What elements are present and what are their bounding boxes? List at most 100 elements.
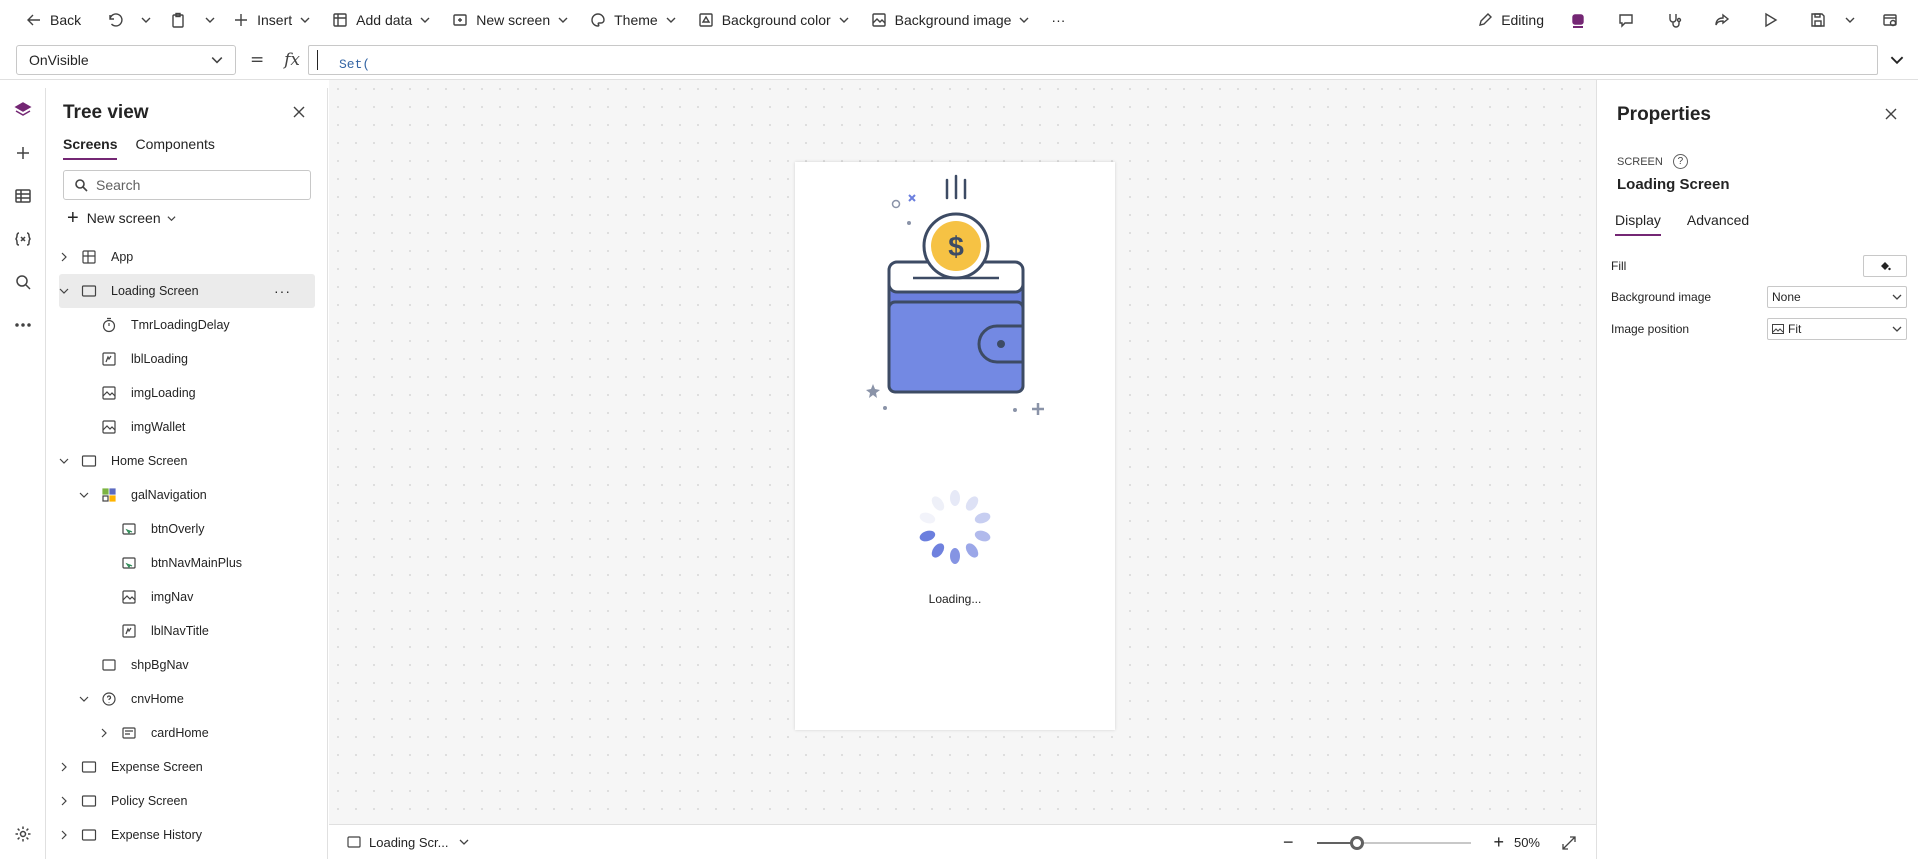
tab-advanced[interactable]: Advanced [1687, 212, 1749, 236]
zoom-controls: − + 50% [1283, 825, 1596, 860]
new-screen-tree-button[interactable]: + New screen [67, 206, 176, 230]
tree-item[interactable]: shpBgNav [47, 648, 327, 682]
publish-icon [1883, 14, 1897, 27]
save-button[interactable] [1798, 0, 1838, 40]
tree-item[interactable]: App [47, 240, 327, 274]
control-type-label: SCREEN ? [1617, 154, 1688, 169]
paste-button[interactable] [161, 0, 195, 40]
new-screen-tree-label: New screen [86, 210, 161, 226]
fill-color-picker[interactable] [1863, 255, 1907, 277]
add-data-button[interactable]: Add data [324, 0, 438, 40]
table-icon [15, 188, 31, 203]
chevron-right-icon[interactable] [59, 762, 69, 772]
expand-formula-chevron-icon[interactable] [1890, 53, 1904, 67]
fit-to-window-icon[interactable] [1562, 835, 1576, 850]
zoom-slider[interactable] [1317, 835, 1472, 850]
back-button[interactable]: Back [18, 0, 89, 40]
tree-item[interactable]: Policy Screen [47, 784, 327, 818]
property-selector[interactable]: OnVisible [16, 44, 236, 75]
chevron-right-icon[interactable] [59, 796, 69, 806]
zoom-in-icon[interactable]: + [1493, 832, 1504, 853]
background-image-button[interactable]: Background image [863, 0, 1038, 40]
tree-item-label: shpBgNav [131, 658, 189, 672]
tree-item[interactable]: lblLoading [47, 342, 327, 376]
theme-button[interactable]: Theme [582, 0, 684, 40]
tab-components[interactable]: Components [135, 136, 214, 160]
tree-item[interactable]: Expense History [47, 818, 327, 852]
comments-button[interactable] [1606, 0, 1646, 40]
background-color-button[interactable]: Background color [690, 0, 857, 40]
copilot-button[interactable] [1558, 0, 1598, 40]
zoom-slider-thumb[interactable] [1350, 835, 1365, 850]
tree-item[interactable]: btnNavMainPlus [47, 546, 327, 580]
preview-button[interactable] [1750, 0, 1790, 40]
paint-bucket-icon [1881, 262, 1891, 271]
chevron-down-icon [1892, 294, 1902, 300]
wallet-illustration[interactable]: $ [795, 162, 1115, 422]
settings-rail-button[interactable] [0, 812, 46, 855]
tree-view-button[interactable] [0, 88, 46, 131]
app-checker-button[interactable] [1654, 0, 1694, 40]
tree-item[interactable]: Expense Screen [47, 750, 327, 784]
tree-item[interactable]: cnvHome [47, 682, 327, 716]
insert-button[interactable]: Insert [225, 0, 318, 40]
undo-button[interactable] [99, 0, 131, 40]
tree-item-label: btnNavMainPlus [151, 556, 243, 570]
formula-input[interactable]: Set( [308, 44, 1878, 75]
variables-rail-button[interactable] [0, 217, 46, 260]
undo-dropdown[interactable] [131, 0, 153, 40]
more-commands-button[interactable]: ··· [1043, 0, 1073, 40]
more-rail-button[interactable] [0, 303, 46, 346]
tree-item[interactable]: Loading Screen ··· [59, 274, 315, 308]
search-rail-button[interactable] [0, 260, 46, 303]
chevron-down-icon[interactable] [79, 694, 89, 704]
tree-item[interactable]: galNavigation [47, 478, 327, 512]
screen-selector[interactable]: Loading Scr... [347, 835, 469, 850]
chevron-right-icon[interactable] [59, 830, 69, 840]
plus-icon [17, 146, 29, 159]
close-icon[interactable] [291, 104, 307, 120]
tab-display[interactable]: Display [1615, 212, 1661, 236]
data-rail-button[interactable] [0, 174, 46, 217]
close-icon[interactable] [1883, 106, 1899, 122]
chevron-right-icon[interactable] [59, 252, 69, 262]
chevron-down-icon[interactable] [59, 286, 69, 296]
tree-item[interactable]: lblNavTitle [47, 614, 327, 648]
more-options-icon[interactable]: ··· [274, 283, 291, 299]
loading-screen-preview[interactable]: $ Loading... [795, 162, 1115, 730]
tree-search-input[interactable]: Search [63, 170, 311, 200]
share-button[interactable] [1702, 0, 1742, 40]
tree-item[interactable]: btnOverly [47, 512, 327, 546]
save-dropdown[interactable] [1838, 0, 1862, 40]
copilot-icon [1572, 14, 1584, 28]
design-canvas[interactable]: $ Loading... [329, 80, 1626, 824]
publish-button[interactable] [1870, 0, 1910, 40]
save-icon [1811, 13, 1825, 27]
chevron-right-icon[interactable] [99, 728, 109, 738]
chevron-down-icon[interactable] [59, 456, 69, 466]
tree-item[interactable]: imgNav [47, 580, 327, 614]
tree-item[interactable]: Home Screen [47, 444, 327, 478]
paste-dropdown[interactable] [195, 0, 217, 40]
zoom-out-icon[interactable]: − [1283, 832, 1294, 853]
insert-rail-button[interactable] [0, 131, 46, 174]
properties-tabs: Display Advanced [1615, 212, 1775, 236]
fx-icon: fx [284, 49, 300, 70]
editing-mode-button[interactable]: Editing [1469, 0, 1552, 40]
tab-screens[interactable]: Screens [63, 136, 118, 160]
tree-item[interactable]: imgLoading [47, 376, 327, 410]
new-screen-button[interactable]: New screen [444, 0, 576, 40]
tree-item[interactable]: cardHome [47, 716, 327, 750]
chevron-down-icon [558, 17, 568, 23]
chevron-down-icon [1892, 326, 1902, 332]
help-icon[interactable]: ? [1672, 154, 1688, 169]
background-image-select[interactable]: None [1767, 286, 1907, 308]
image-fit-icon [1772, 324, 1784, 334]
image-position-select[interactable]: Fit [1767, 318, 1907, 340]
chevron-down-icon [420, 17, 430, 23]
loading-label[interactable]: Loading... [795, 592, 1115, 606]
tree-item[interactable]: TmrLoadingDelay [47, 308, 327, 342]
tree-item[interactable]: imgWallet [47, 410, 327, 444]
chevron-down-icon[interactable] [79, 490, 89, 500]
editing-label: Editing [1501, 12, 1544, 28]
